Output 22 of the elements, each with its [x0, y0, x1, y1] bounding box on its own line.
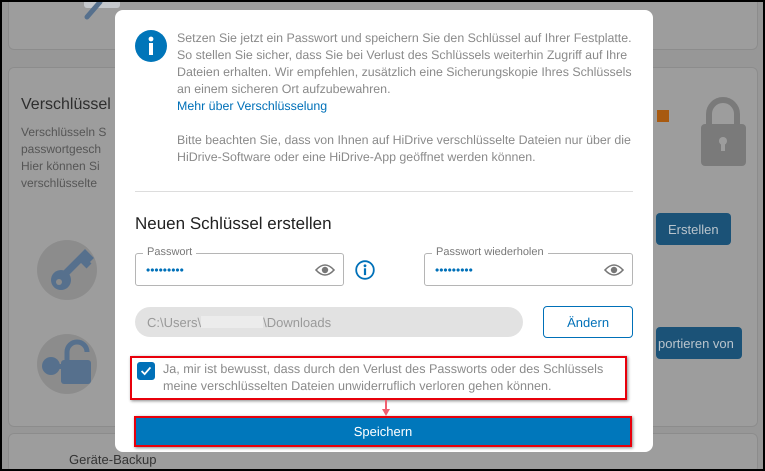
section-title: Verschlüssel	[21, 95, 111, 115]
save-button[interactable]: Speichern	[134, 416, 632, 447]
description-text: Verschlüsseln S	[21, 124, 106, 141]
change-button[interactable]: Ändern	[543, 306, 633, 338]
path-field: C:\Users\ \Downloads	[135, 307, 524, 337]
description-text: verschlüsselte	[21, 175, 98, 192]
section-title: Geräte-Backup	[69, 454, 156, 466]
action-button[interactable]: Erstellen	[656, 213, 731, 245]
more-link[interactable]: Mehr über Verschlüsselung	[177, 99, 328, 113]
eye-icon[interactable]	[315, 262, 335, 276]
description-text: Hier können Si	[21, 158, 100, 175]
info-text: Setzen Sie jetzt ein Passwort und speichern Sie den Schlüssel auf Ihrer Festplatte. So stellen Sie sicher, dass Sie bei Verlust des Schlüssels weiterhin Zugriff auf Ihre Dateien erhalten. Wir empfehlen, zusätzlich eine Sicherungskopie Ihres Schlüssels an einem sicheren Ort aufzubewahren.	[177, 30, 633, 98]
consent-text: Ja, mir ist bewusst, dass durch den Verlust des Passworts oder des Schlüssels meine verschlüsselten Dateien unwiderruflich verloren gehen können.	[163, 361, 604, 395]
note-text: Bitte beachten Sie, dass von Ihnen auf HiDrive verschlüsselte Dateien nur über die HiDrive-Software oder eine HiDrive-App geöffnet werden können.	[177, 132, 632, 166]
eye-icon[interactable]	[604, 262, 624, 276]
action-button[interactable]: portieren von	[656, 327, 742, 359]
info-icon	[135, 30, 167, 62]
arrow-icon	[381, 400, 391, 416]
info-icon[interactable]	[355, 260, 375, 280]
description-text: passwortgesch	[21, 141, 102, 158]
checkbox[interactable]	[137, 362, 155, 380]
section-heading: Neuen Schlüssel erstellen	[135, 214, 333, 234]
